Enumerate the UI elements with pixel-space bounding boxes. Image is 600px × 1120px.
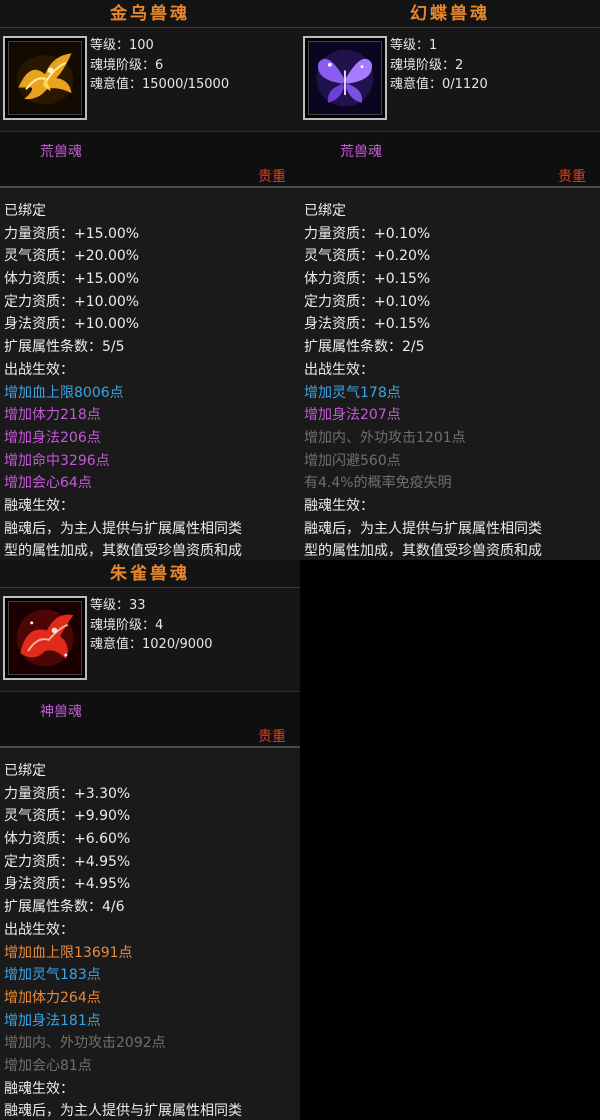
stat-line: 增加内、外功攻击1201点 bbox=[304, 429, 466, 446]
level-text: 等级：100 bbox=[90, 38, 154, 53]
stat-line: 已绑定 bbox=[4, 203, 46, 219]
stat-line: 灵气资质：+20.00% bbox=[4, 248, 140, 265]
stat-line: 扩展属性条数：2/5 bbox=[304, 339, 425, 356]
stat-line: 增加血上限13691点 bbox=[4, 944, 133, 961]
realm-text: 魂境阶级：2 bbox=[390, 57, 464, 73]
stat-line: 型的属性加成，其数值受珍兽资质和成 bbox=[304, 543, 542, 560]
stat-line: 有4.4%的概率免疫失明 bbox=[304, 475, 452, 492]
vermilion-bird-icon bbox=[8, 601, 82, 675]
stat-line: 力量资质：+15.00% bbox=[4, 225, 140, 242]
soul-type: 荒兽魂 bbox=[340, 144, 382, 160]
stat-line: 身法资质：+4.95% bbox=[4, 876, 131, 893]
stat-line: 增加灵气183点 bbox=[4, 967, 101, 984]
soul-value-text: 魂意值：1020/9000 bbox=[90, 637, 213, 652]
stat-line: 增加命中3296点 bbox=[4, 452, 110, 469]
rarity-label: 贵重 bbox=[258, 169, 286, 185]
soul-meta: 等级：100 魂境阶级：6 魂意值：15000/15000 bbox=[90, 36, 229, 95]
type-row: 神兽魂 贵重 bbox=[0, 692, 300, 748]
soul-type: 神兽魂 bbox=[40, 704, 82, 720]
level-text: 等级：1 bbox=[390, 38, 438, 53]
stat-line: 增加身法207点 bbox=[304, 407, 401, 424]
stat-line: 融魂后，为主人提供与扩展属性相同类 bbox=[4, 520, 242, 537]
stat-line: 已绑定 bbox=[4, 763, 46, 779]
card-header: 等级：33 魂境阶级：4 魂意值：1020/9000 bbox=[0, 588, 300, 692]
item-slot[interactable] bbox=[303, 36, 387, 120]
stats-list: 已绑定力量资质：+15.00% 灵气资质：+20.00% 体力资质：+15.00% 定… bbox=[0, 188, 300, 560]
card-title: 幻蝶兽魂 bbox=[300, 0, 600, 28]
realm-text: 魂境阶级：6 bbox=[90, 57, 164, 73]
stat-line: 出战生效： bbox=[4, 361, 74, 378]
rarity-label: 贵重 bbox=[558, 169, 586, 185]
golden-phoenix-icon bbox=[8, 41, 82, 115]
realm-text: 魂境阶级：4 bbox=[90, 617, 164, 633]
stat-line: 增加内、外功攻击2092点 bbox=[4, 1035, 166, 1052]
stat-line: 增加会心64点 bbox=[4, 475, 92, 492]
soul-value-text: 魂意值：0/1120 bbox=[390, 77, 488, 92]
stats-list: 已绑定力量资质：+3.30% 灵气资质：+9.90% 体力资质：+6.60% 定力资质… bbox=[0, 748, 300, 1120]
stat-line: 体力资质：+0.15% bbox=[304, 271, 431, 288]
stat-line: 定力资质：+10.00% bbox=[4, 293, 140, 310]
stat-line: 身法资质：+0.15% bbox=[304, 316, 431, 333]
item-slot[interactable] bbox=[3, 36, 87, 120]
stat-line: 增加体力264点 bbox=[4, 989, 101, 1006]
butterfly-icon bbox=[308, 41, 382, 115]
card-title: 朱雀兽魂 bbox=[0, 560, 300, 588]
stat-line: 型的属性加成，其数值受珍兽资质和成 bbox=[4, 543, 242, 560]
stat-line: 增加身法206点 bbox=[4, 429, 101, 446]
stat-line: 融魂后，为主人提供与扩展属性相同类 bbox=[4, 1103, 242, 1120]
card-header: 等级：100 魂境阶级：6 魂意值：15000/15000 bbox=[0, 28, 300, 132]
stat-line: 体力资质：+6.60% bbox=[4, 831, 131, 848]
stats-list: 已绑定力量资质：+0.10% 灵气资质：+0.20% 体力资质：+0.15% 定力资质… bbox=[300, 188, 600, 560]
stat-line: 增加会心81点 bbox=[4, 1057, 92, 1074]
stat-line: 融魂生效： bbox=[4, 1080, 74, 1097]
stat-line: 身法资质：+10.00% bbox=[4, 316, 140, 333]
soul-meta: 等级：1 魂境阶级：2 魂意值：0/1120 bbox=[390, 36, 488, 95]
stat-line: 融魂生效： bbox=[304, 497, 374, 514]
card-header: 等级：1 魂境阶级：2 魂意值：0/1120 bbox=[300, 28, 600, 132]
stat-line: 扩展属性条数：4/6 bbox=[4, 899, 125, 916]
stat-line: 定力资质：+0.10% bbox=[304, 293, 431, 310]
stat-line: 灵气资质：+0.20% bbox=[304, 248, 431, 265]
stat-line: 出战生效： bbox=[4, 921, 74, 938]
beast-soul-card-golden-crow: 金乌兽魂 等级：100 魂境阶级：6 魂意值：15000/15000 荒兽魂 贵… bbox=[0, 0, 300, 560]
stat-line: 出战生效： bbox=[304, 361, 374, 378]
item-slot[interactable] bbox=[3, 596, 87, 680]
level-text: 等级：33 bbox=[90, 598, 146, 613]
stat-line: 融魂后，为主人提供与扩展属性相同类 bbox=[304, 520, 542, 537]
type-row: 荒兽魂 贵重 bbox=[0, 132, 300, 188]
beast-soul-card-vermilion-bird: 朱雀兽魂 等级：33 魂境阶级：4 魂意值：1020/9000 神兽魂 贵重 已… bbox=[0, 560, 300, 1120]
stat-line: 已绑定 bbox=[304, 203, 346, 219]
stat-line: 融魂生效： bbox=[4, 497, 74, 514]
beast-soul-card-illusion-butterfly: 幻蝶兽魂 等级：1 魂境阶级：2 魂意值：0/1120 荒兽魂 贵重 已绑定 力… bbox=[300, 0, 600, 560]
stat-line: 力量资质：+3.30% bbox=[4, 785, 131, 802]
rarity-label: 贵重 bbox=[258, 729, 286, 745]
stat-line: 扩展属性条数：5/5 bbox=[4, 339, 125, 356]
soul-value-text: 魂意值：15000/15000 bbox=[90, 77, 230, 92]
soul-meta: 等级：33 魂境阶级：4 魂意值：1020/9000 bbox=[90, 596, 213, 655]
stat-line: 定力资质：+4.95% bbox=[4, 853, 131, 870]
card-title: 金乌兽魂 bbox=[0, 0, 300, 28]
soul-type: 荒兽魂 bbox=[40, 144, 82, 160]
stat-line: 体力资质：+15.00% bbox=[4, 271, 140, 288]
stat-line: 增加血上限8006点 bbox=[4, 384, 124, 401]
stat-line: 增加体力218点 bbox=[4, 407, 101, 424]
stat-line: 增加闪避560点 bbox=[304, 452, 401, 469]
stat-line: 灵气资质：+9.90% bbox=[4, 808, 131, 825]
stat-line: 增加身法181点 bbox=[4, 1012, 101, 1029]
stat-line: 力量资质：+0.10% bbox=[304, 225, 431, 242]
type-row: 荒兽魂 贵重 bbox=[300, 132, 600, 188]
stat-line: 增加灵气178点 bbox=[304, 384, 401, 401]
